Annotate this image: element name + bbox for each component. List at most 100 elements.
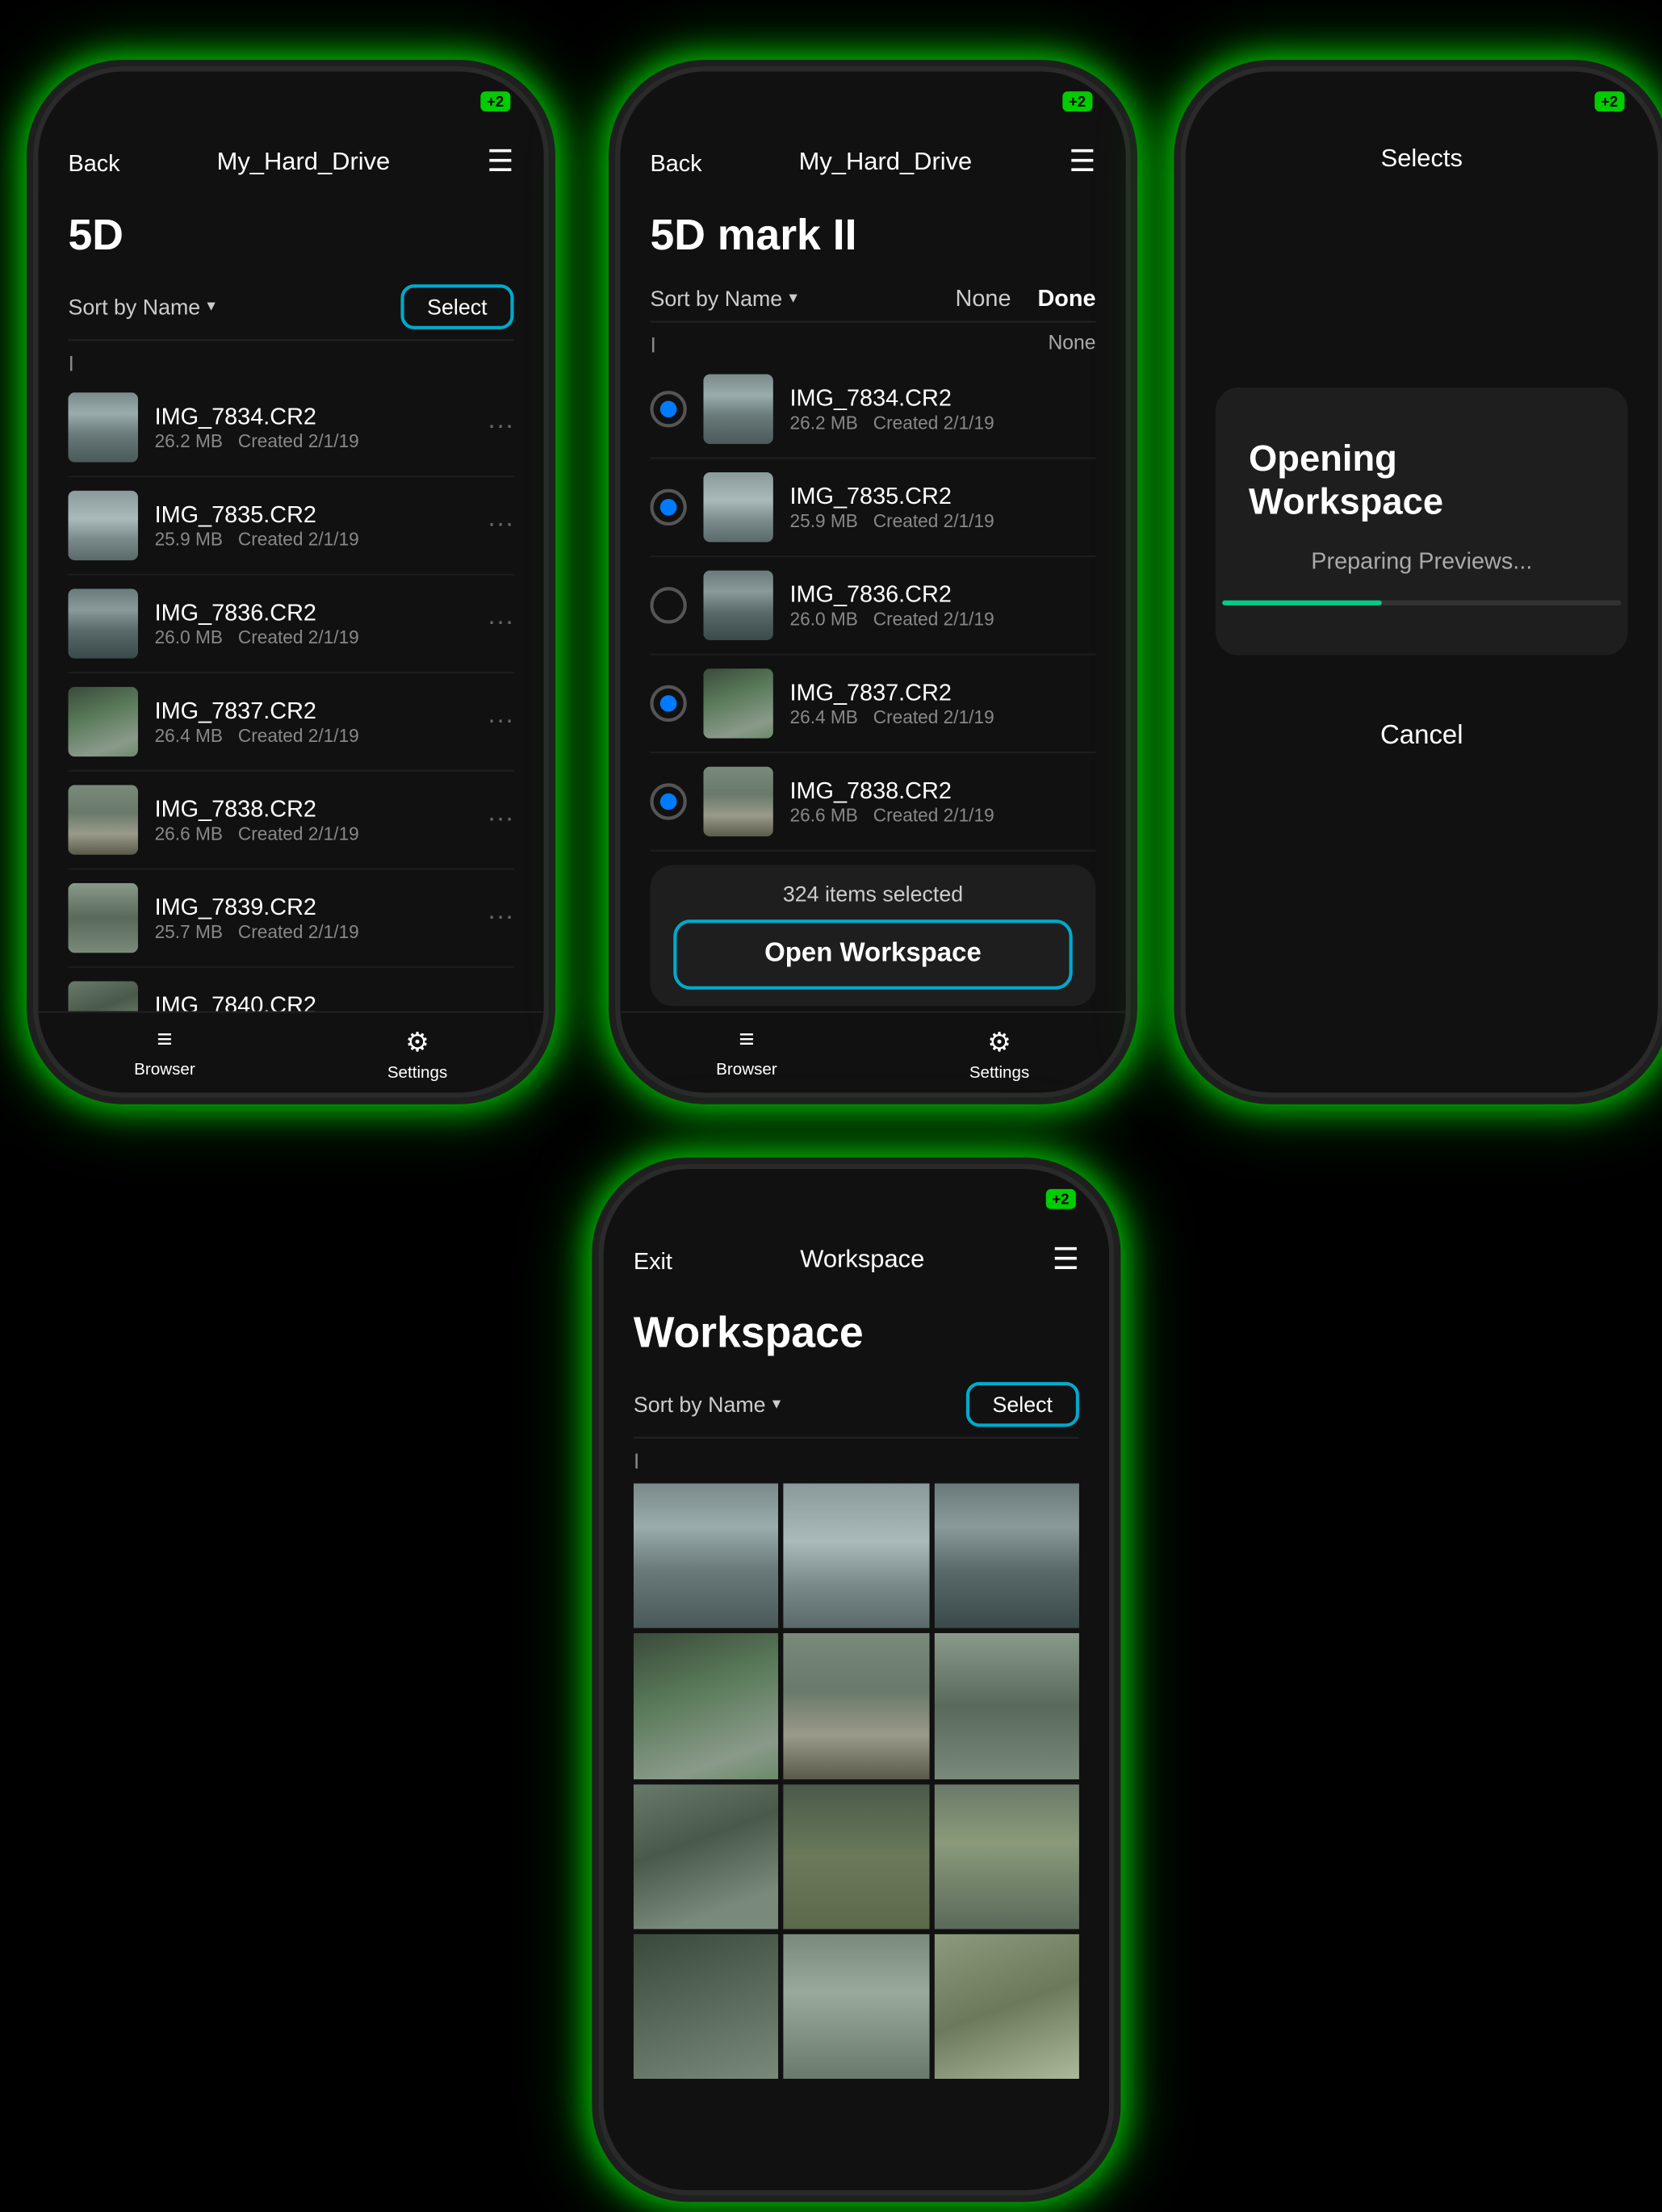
loading-title: Opening Workspace <box>1249 437 1594 523</box>
file-name-2-3: IMG_7836.CR2 <box>790 580 1096 607</box>
radio-2[interactable] <box>650 489 686 526</box>
cancel-button[interactable]: Cancel <box>1380 721 1463 751</box>
radio-4[interactable] <box>650 685 686 722</box>
grid-cell-12[interactable] <box>934 1934 1079 2080</box>
section-letter-1: I <box>68 341 513 379</box>
nav-bar-3: Selects <box>1186 132 1658 186</box>
file-meta-1-2: 25.9 MB Created 2/1/19 <box>155 530 471 551</box>
selected-count-label: 324 items selected <box>673 882 1072 907</box>
grid-cell-4[interactable] <box>634 1634 779 1779</box>
file-name-1-2: IMG_7835.CR2 <box>155 501 471 527</box>
more-icon-1-6[interactable]: ··· <box>488 903 514 933</box>
done-button-2[interactable]: Done <box>1037 284 1095 311</box>
status-icons-1: +2 <box>480 91 511 111</box>
file-item-2-3[interactable]: IMG_7836.CR2 26.0 MB Created 2/1/19 <box>650 557 1095 656</box>
more-icon-1-4[interactable]: ··· <box>488 707 514 737</box>
file-thumb-1-5 <box>68 785 138 855</box>
tab-browser-label-1: Browser <box>134 1061 195 1079</box>
tab-browser-2[interactable]: ≡ Browser <box>620 1013 873 1093</box>
open-workspace-button[interactable]: Open Workspace <box>673 920 1072 990</box>
file-meta-1-4: 26.4 MB Created 2/1/19 <box>155 727 471 747</box>
chevron-down-icon-1: ▾ <box>207 298 215 316</box>
radio-5[interactable] <box>650 783 686 819</box>
file-meta-1-5: 26.6 MB Created 2/1/19 <box>155 825 471 845</box>
tab-bar-2: ≡ Browser ⚙ Settings <box>620 1011 1125 1092</box>
nav-title-1: My_Hard_Drive <box>217 148 391 176</box>
settings-icon-2: ⚙ <box>987 1026 1011 1059</box>
file-info-1-4: IMG_7837.CR2 26.4 MB Created 2/1/19 <box>155 697 471 747</box>
back-button-1[interactable]: Back <box>68 149 119 175</box>
status-icons-4: +2 <box>1045 1189 1076 1209</box>
tab-browser-1[interactable]: ≡ Browser <box>38 1013 291 1093</box>
status-icons-3: +2 <box>1594 91 1625 111</box>
toolbar-2: Sort by Name ▾ None Done <box>650 274 1095 323</box>
sort-button-2[interactable]: Sort by Name ▾ <box>650 285 797 310</box>
grid-cell-9[interactable] <box>934 1784 1079 1929</box>
more-icon-1-3[interactable]: ··· <box>488 609 514 639</box>
more-icon-1-1[interactable]: ··· <box>488 413 514 442</box>
file-meta-2-1: 26.2 MB Created 2/1/19 <box>790 414 1096 434</box>
tab-settings-1[interactable]: ⚙ Settings <box>291 1013 544 1093</box>
file-thumb-1-3 <box>68 589 138 659</box>
more-icon-1-5[interactable]: ··· <box>488 805 514 835</box>
browser-icon-1: ≡ <box>157 1026 172 1056</box>
menu-icon-1[interactable]: ☰ <box>487 145 513 179</box>
menu-icon-2[interactable]: ☰ <box>1069 145 1095 179</box>
grid-cell-11[interactable] <box>784 1934 929 2080</box>
grid-cell-2[interactable] <box>784 1484 929 1629</box>
exit-button[interactable]: Exit <box>634 1246 672 1273</box>
chevron-down-icon-2: ▾ <box>789 288 797 307</box>
none-button-2[interactable]: None <box>956 284 1011 311</box>
back-button-2[interactable]: Back <box>650 149 701 175</box>
grid-cell-6[interactable] <box>934 1634 1079 1779</box>
more-icon-1-2[interactable]: ··· <box>488 510 514 540</box>
loading-card: Opening Workspace Preparing Previews... <box>1216 387 1628 655</box>
menu-icon-4[interactable]: ☰ <box>1053 1242 1079 1277</box>
settings-icon-1: ⚙ <box>405 1026 429 1059</box>
sort-button-1[interactable]: Sort by Name ▾ <box>68 295 215 320</box>
grid-cell-5[interactable] <box>784 1634 929 1779</box>
phone-2: +2 Back My_Hard_Drive ☰ 5D mark II Sort … <box>615 66 1131 1097</box>
grid-cell-1[interactable] <box>634 1484 779 1629</box>
nav-bar-1: Back My_Hard_Drive ☰ <box>38 132 543 193</box>
file-meta-2-2: 25.9 MB Created 2/1/19 <box>790 512 1096 532</box>
grid-cell-8[interactable] <box>784 1784 929 1929</box>
grid-cell-3[interactable] <box>934 1484 1079 1629</box>
file-item-2-2[interactable]: IMG_7835.CR2 25.9 MB Created 2/1/19 <box>650 459 1095 558</box>
file-thumb-2-3 <box>703 571 773 641</box>
sort-button-4[interactable]: Sort by Name ▾ <box>634 1392 781 1417</box>
radio-1[interactable] <box>650 391 686 427</box>
progress-bar <box>1222 600 1621 605</box>
loading-area: Opening Workspace Preparing Previews... … <box>1186 186 1658 952</box>
tab-settings-2[interactable]: ⚙ Settings <box>873 1013 1126 1093</box>
content-1: 5D Sort by Name ▾ Select I IMG_7834.CR2 … <box>38 193 543 1066</box>
radio-3[interactable] <box>650 587 686 623</box>
file-item-1-3: IMG_7836.CR2 26.0 MB Created 2/1/19 ··· <box>68 576 513 674</box>
file-name-1-6: IMG_7839.CR2 <box>155 893 471 920</box>
file-item-1-2: IMG_7835.CR2 25.9 MB Created 2/1/19 ··· <box>68 477 513 576</box>
battery-4: +2 <box>1045 1189 1076 1209</box>
file-info-1-5: IMG_7838.CR2 26.6 MB Created 2/1/19 <box>155 795 471 845</box>
file-meta-1-1: 26.2 MB Created 2/1/19 <box>155 433 471 453</box>
tab-settings-label-1: Settings <box>387 1064 447 1083</box>
file-item-2-5[interactable]: IMG_7838.CR2 26.6 MB Created 2/1/19 <box>650 753 1095 852</box>
select-button-1[interactable]: Select <box>400 284 513 329</box>
grid-cell-7[interactable] <box>634 1784 779 1929</box>
file-info-2-2: IMG_7835.CR2 25.9 MB Created 2/1/19 <box>790 482 1096 532</box>
select-button-4[interactable]: Select <box>966 1382 1079 1427</box>
status-bar-1: +2 <box>38 72 543 132</box>
file-info-2-3: IMG_7836.CR2 26.0 MB Created 2/1/19 <box>790 580 1096 631</box>
nav-bar-2: Back My_Hard_Drive ☰ <box>620 132 1125 193</box>
grid-cell-10[interactable] <box>634 1934 779 2080</box>
phone-4: +2 Exit Workspace ☰ Workspace Sort by Na… <box>599 1164 1115 2195</box>
open-workspace-panel: 324 items selected Open Workspace <box>650 865 1095 1006</box>
status-bar-2: +2 <box>620 72 1125 132</box>
chevron-down-icon-4: ▾ <box>772 1395 781 1414</box>
file-info-1-2: IMG_7835.CR2 25.9 MB Created 2/1/19 <box>155 501 471 551</box>
battery-1: +2 <box>480 91 511 111</box>
file-item-2-1[interactable]: IMG_7834.CR2 26.2 MB Created 2/1/19 <box>650 361 1095 459</box>
file-name-1-1: IMG_7834.CR2 <box>155 403 471 429</box>
section-letter-2: I <box>650 323 655 361</box>
file-meta-2-4: 26.4 MB Created 2/1/19 <box>790 709 1096 729</box>
file-item-2-4[interactable]: IMG_7837.CR2 26.4 MB Created 2/1/19 <box>650 656 1095 754</box>
